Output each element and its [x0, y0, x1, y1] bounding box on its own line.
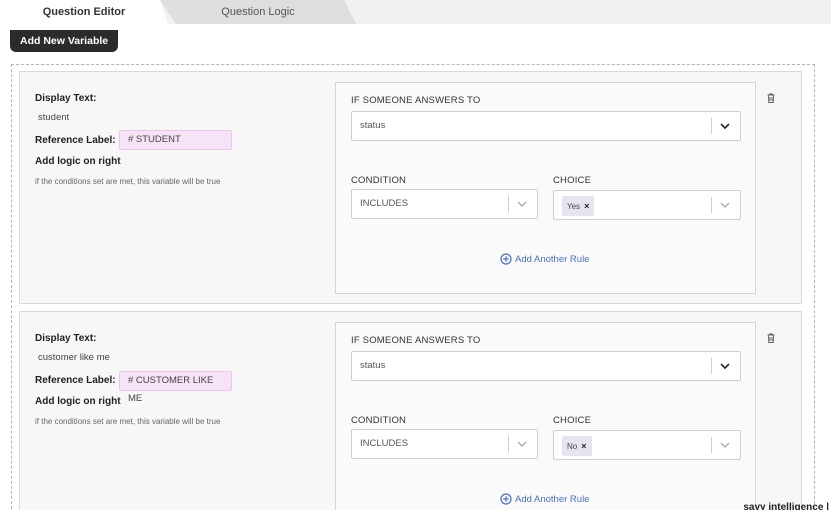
choice-label: CHOICE — [553, 415, 592, 426]
chevron-down-icon — [517, 441, 527, 447]
reference-label-label: Reference Label: — [35, 375, 116, 386]
logic-panel: IF SOMEONE ANSWERS TO status CONDITION I… — [335, 322, 756, 510]
choice-select[interactable]: Yes × — [553, 190, 741, 220]
trash-icon[interactable] — [765, 332, 777, 344]
choice-chip: No × — [562, 436, 592, 456]
variable-card: Display Text: customer like me Reference… — [19, 311, 802, 510]
if-answers-label: IF SOMEONE ANSWERS TO — [351, 335, 481, 346]
plus-circle-icon — [500, 493, 512, 505]
add-rule-label: Add Another Rule — [515, 254, 590, 265]
trash-icon[interactable] — [765, 92, 777, 104]
chevron-down-icon — [720, 363, 730, 370]
choice-label: CHOICE — [553, 175, 592, 186]
select-separator — [508, 196, 509, 212]
chevron-down-icon — [517, 201, 527, 207]
question-select-value: status — [360, 360, 386, 371]
condition-select[interactable]: INCLUDES — [351, 429, 538, 459]
select-separator — [508, 436, 509, 452]
variable-card: Display Text: student Reference Label: #… — [19, 71, 802, 304]
chevron-down-icon — [720, 123, 730, 130]
choice-select[interactable]: No × — [553, 430, 741, 460]
footer-brand: sayy intelligence | — [743, 502, 829, 510]
add-another-rule-button[interactable]: Add Another Rule — [500, 253, 589, 265]
display-text-value[interactable]: student — [38, 112, 69, 123]
display-text-value[interactable]: customer like me — [38, 352, 110, 363]
choice-chip-label: Yes — [567, 202, 581, 211]
chip-remove-icon[interactable]: × — [584, 201, 589, 211]
question-select-value: status — [360, 120, 386, 131]
condition-select-value: INCLUDES — [360, 198, 409, 209]
select-separator — [711, 118, 712, 134]
select-separator — [711, 197, 712, 213]
reference-label-label: Reference Label: — [35, 135, 116, 146]
if-answers-label: IF SOMEONE ANSWERS TO — [351, 95, 481, 106]
add-new-variable-button[interactable]: Add New Variable — [10, 30, 119, 52]
chip-remove-icon[interactable]: × — [581, 441, 586, 451]
condition-select-value: INCLUDES — [360, 438, 409, 449]
reference-label-field[interactable]: # CUSTOMER LIKE ME — [119, 371, 232, 404]
display-text-label: Display Text: — [35, 93, 97, 104]
add-logic-label: Add logic on right — [35, 396, 121, 407]
choice-chip-label: No — [567, 442, 578, 451]
logic-panel: IF SOMEONE ANSWERS TO status CONDITION I… — [335, 82, 756, 294]
display-text-label: Display Text: — [35, 333, 97, 344]
add-logic-label: Add logic on right — [35, 156, 121, 167]
condition-label: CONDITION — [351, 175, 407, 186]
plus-circle-icon — [500, 253, 512, 265]
question-select[interactable]: status — [351, 351, 741, 381]
add-another-rule-button[interactable]: Add Another Rule — [500, 493, 589, 505]
logic-hint: if the conditions set are met, this vari… — [35, 177, 221, 186]
reference-label-field[interactable]: # STUDENT — [119, 130, 232, 150]
add-rule-label: Add Another Rule — [515, 494, 590, 505]
chevron-down-icon — [720, 442, 730, 448]
logic-hint: if the conditions set are met, this vari… — [35, 417, 221, 426]
condition-select[interactable]: INCLUDES — [351, 189, 538, 219]
question-select[interactable]: status — [351, 111, 741, 141]
choice-chip: Yes × — [562, 196, 595, 216]
select-separator — [711, 437, 712, 453]
tab-question-editor[interactable]: Question Editor — [0, 0, 168, 24]
select-separator — [711, 358, 712, 374]
chevron-down-icon — [720, 202, 730, 208]
tab-question-logic[interactable]: Question Logic — [160, 0, 356, 24]
tab-bar: Question Editor Question Logic — [0, 0, 831, 24]
condition-label: CONDITION — [351, 415, 407, 426]
